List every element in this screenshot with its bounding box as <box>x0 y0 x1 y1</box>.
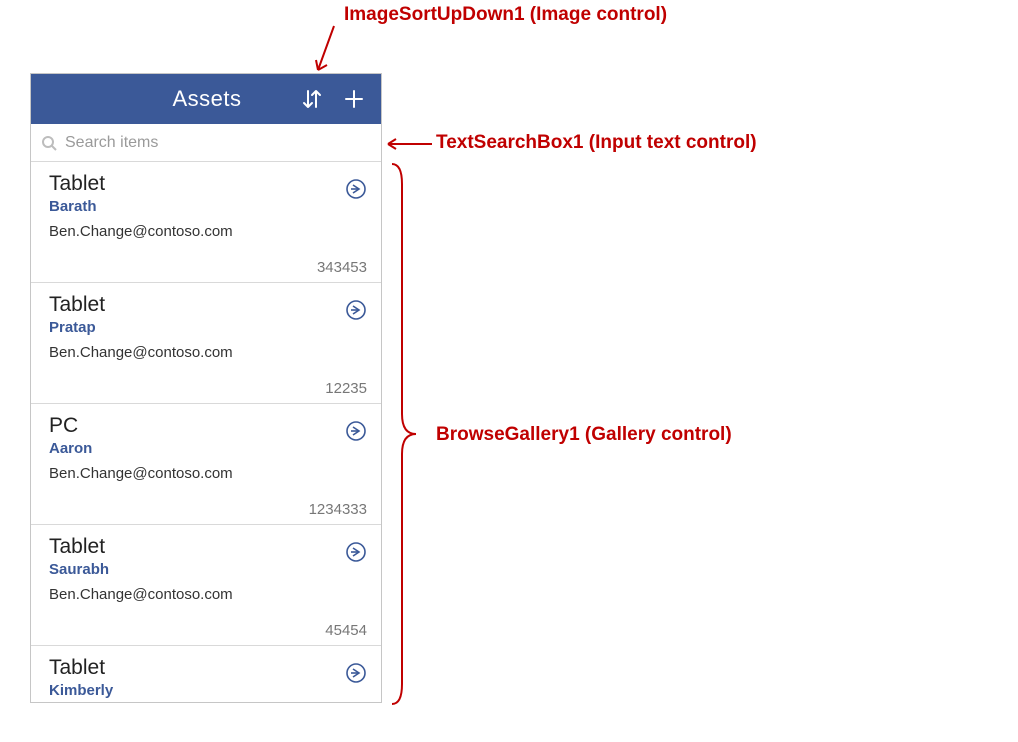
arrow-right-icon[interactable] <box>345 420 367 442</box>
item-email: Ben.Change@contoso.com <box>49 344 367 361</box>
item-owner: Saurabh <box>49 561 367 578</box>
item-title: Tablet <box>49 535 367 559</box>
arrow-right-icon[interactable] <box>345 299 367 321</box>
item-number: 343453 <box>317 259 367 276</box>
search-bar <box>31 124 381 162</box>
list-item[interactable]: Tablet Kimberly Ben.Change@contoso.com <box>31 646 381 702</box>
item-owner: Aaron <box>49 440 367 457</box>
search-input[interactable] <box>65 134 371 152</box>
sort-up-down-icon[interactable] <box>293 80 331 118</box>
item-owner: Kimberly <box>49 682 367 699</box>
item-owner: Barath <box>49 198 367 215</box>
header-icons <box>293 74 373 124</box>
item-number: 12235 <box>325 380 367 397</box>
item-email: Ben.Change@contoso.com <box>49 586 367 603</box>
item-title: Tablet <box>49 293 367 317</box>
item-title: Tablet <box>49 656 367 680</box>
item-title: PC <box>49 414 367 438</box>
arrow-right-icon[interactable] <box>345 662 367 684</box>
item-email: Ben.Change@contoso.com <box>49 465 367 482</box>
list-item[interactable]: PC Aaron Ben.Change@contoso.com 1234333 <box>31 404 381 525</box>
item-owner: Pratap <box>49 319 367 336</box>
arrow-right-icon[interactable] <box>345 541 367 563</box>
list-item[interactable]: Tablet Barath Ben.Change@contoso.com 343… <box>31 162 381 283</box>
annotation-search: TextSearchBox1 (Input text control) <box>436 132 757 154</box>
list-item[interactable]: Tablet Saurabh Ben.Change@contoso.com 45… <box>31 525 381 646</box>
plus-icon[interactable] <box>335 80 373 118</box>
annotation-sort: ImageSortUpDown1 (Image control) <box>344 4 667 26</box>
browse-gallery[interactable]: Tablet Barath Ben.Change@contoso.com 343… <box>31 162 381 702</box>
app-header: Assets <box>31 74 381 124</box>
app-frame: Assets Tablet Barath Ben.C <box>30 73 382 703</box>
annotation-gallery: BrowseGallery1 (Gallery control) <box>436 424 732 446</box>
item-number: 45454 <box>325 622 367 639</box>
search-icon <box>41 135 57 151</box>
list-item[interactable]: Tablet Pratap Ben.Change@contoso.com 122… <box>31 283 381 404</box>
arrow-right-icon[interactable] <box>345 178 367 200</box>
header-title: Assets <box>107 86 307 112</box>
item-number: 1234333 <box>309 501 367 518</box>
item-email: Ben.Change@contoso.com <box>49 223 367 240</box>
item-title: Tablet <box>49 172 367 196</box>
